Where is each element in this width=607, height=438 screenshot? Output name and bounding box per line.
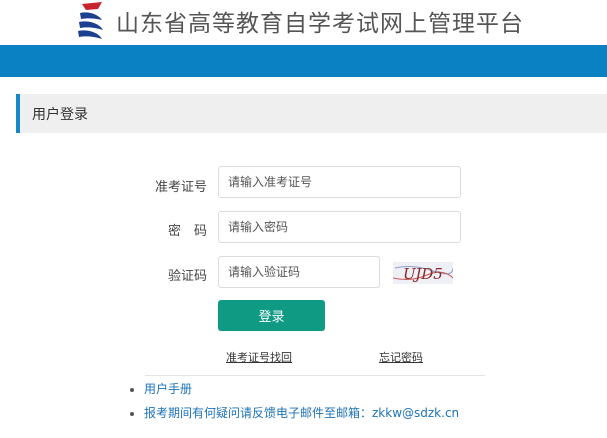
header-band: [0, 45, 607, 77]
captcha-input[interactable]: [218, 256, 380, 288]
captcha-image[interactable]: UJD5: [393, 262, 453, 284]
user-manual-link[interactable]: 用户手册: [144, 380, 459, 397]
panel-header: 用户登录: [16, 94, 607, 133]
password-input[interactable]: [218, 211, 461, 243]
site-title: 山东省高等教育自学考试网上管理平台: [116, 11, 524, 37]
logo-icon: [78, 2, 103, 39]
captcha-label: 验证码: [167, 269, 207, 284]
header: 山东省高等教育自学考试网上管理平台: [0, 0, 607, 44]
exam-id-label: 准考证号: [154, 180, 207, 195]
password-label: 密 码: [167, 224, 207, 239]
exam-id-input[interactable]: [218, 166, 461, 198]
notes-list: 用户手册 报考期间有何疑问请反馈电子邮件至邮箱：zkkw@sdzk.cn: [132, 380, 459, 428]
panel-title: 用户登录: [32, 107, 88, 123]
divider: [145, 375, 485, 376]
login-button[interactable]: 登录: [218, 300, 325, 331]
recover-id-link[interactable]: 准考证号找回: [226, 349, 292, 365]
contact-note: 报考期间有何疑问请反馈电子邮件至邮箱：zkkw@sdzk.cn: [144, 404, 459, 421]
forgot-password-link[interactable]: 忘记密码: [379, 349, 423, 365]
captcha-text: UJD5: [403, 265, 443, 283]
